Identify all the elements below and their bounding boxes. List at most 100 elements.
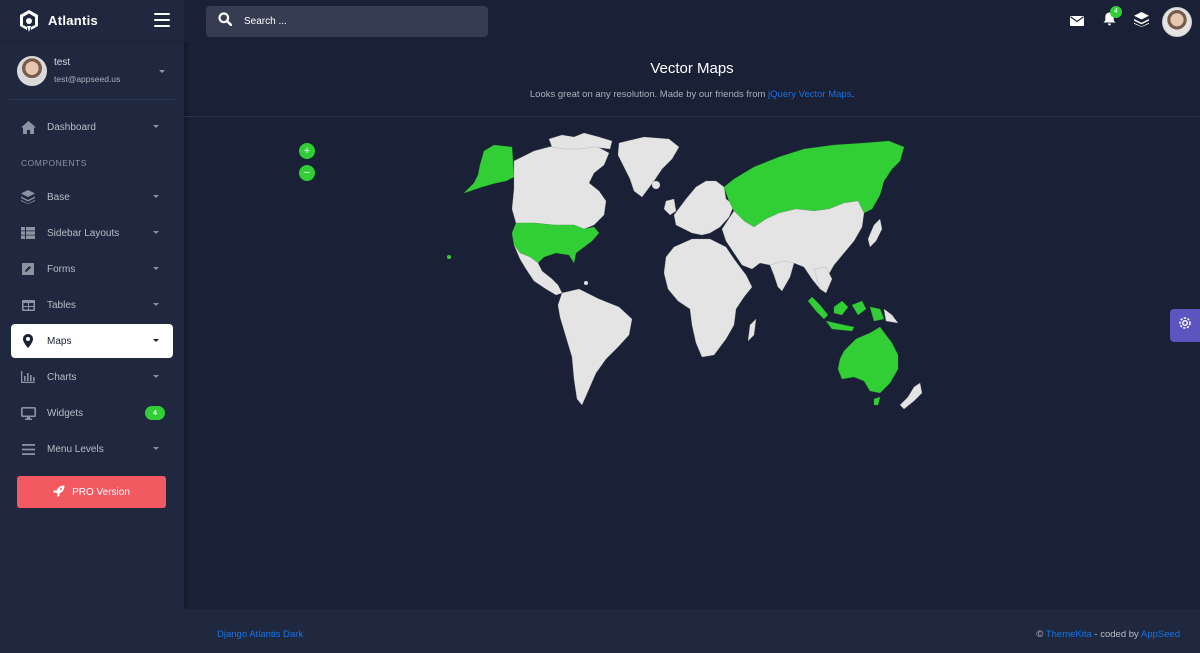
subtitle-suffix: . <box>851 89 855 100</box>
caret-down-icon[interactable] <box>159 70 165 73</box>
region-caribbean[interactable] <box>583 280 589 286</box>
jquery-vector-maps-link[interactable]: jQuery Vector Maps <box>768 89 851 100</box>
region-papua-new-guinea[interactable] <box>869 306 885 322</box>
map-marker-icon <box>20 333 36 349</box>
atlantis-logo-icon[interactable] <box>18 9 40 33</box>
region-tasmania[interactable] <box>873 396 881 406</box>
pen-square-icon <box>20 261 36 277</box>
home-icon <box>20 119 36 135</box>
caret-down-icon <box>153 125 159 128</box>
layers-icon <box>20 189 36 205</box>
user-profile[interactable]: test test@appseed.us <box>9 42 175 100</box>
sidebar-item-label: Dashboard <box>47 121 96 133</box>
region-iceland[interactable] <box>651 180 661 190</box>
caret-down-icon <box>153 447 159 450</box>
search-icon[interactable] <box>218 12 233 31</box>
sidebar: Atlantis test test@appseed.us Dashboard … <box>0 0 184 653</box>
region-new-zealand[interactable] <box>899 382 923 410</box>
desktop-icon <box>20 405 36 421</box>
region-united-kingdom[interactable] <box>663 198 677 216</box>
layers-icon <box>1133 11 1149 32</box>
region-australia[interactable] <box>837 326 899 394</box>
region-greenland[interactable] <box>617 136 680 198</box>
region-arctic-islands[interactable] <box>548 132 613 150</box>
sidebar-item-menu-levels[interactable]: Menu Levels <box>11 432 173 466</box>
region-madagascar[interactable] <box>747 318 757 342</box>
main-content: Vector Maps Looks great on any resolutio… <box>184 42 1200 653</box>
sidebar-item-label: Menu Levels <box>47 443 104 455</box>
vector-map[interactable]: + − <box>184 117 1200 607</box>
region-png-east[interactable] <box>883 308 899 324</box>
region-hawaii[interactable] <box>446 254 452 260</box>
sidebar-item-forms[interactable]: Forms <box>11 252 173 286</box>
sidebar-item-label: Forms <box>47 263 76 275</box>
themekita-link[interactable]: ThemeKita <box>1046 629 1092 640</box>
page-header: Vector Maps Looks great on any resolutio… <box>184 42 1200 117</box>
region-japan[interactable] <box>867 218 883 248</box>
search-input[interactable] <box>244 16 464 27</box>
search-box[interactable] <box>206 6 488 37</box>
caret-down-icon <box>153 267 159 270</box>
rocket-icon <box>53 485 65 500</box>
user-email: test@appseed.us <box>54 74 121 84</box>
map-zoom-in-button[interactable]: + <box>299 143 315 159</box>
chart-bar-icon <box>20 369 36 385</box>
sidebar-item-dashboard[interactable]: Dashboard <box>11 110 173 144</box>
sidebar-nav: Dashboard COMPONENTS Base Sidebar Layout… <box>0 110 184 466</box>
map-zoom-out-button[interactable]: − <box>299 165 315 181</box>
user-name: test <box>54 57 71 68</box>
subtitle-text: Looks great on any resolution. Made by o… <box>529 89 769 100</box>
region-india[interactable] <box>769 260 795 292</box>
hamburger-line <box>154 13 170 15</box>
sidebar-item-label: Widgets <box>47 407 84 419</box>
hamburger-line <box>154 19 170 21</box>
sidebar-item-tables[interactable]: Tables <box>11 288 173 322</box>
caret-down-icon <box>153 339 159 342</box>
copyright-symbol: © <box>1036 629 1044 640</box>
region-south-america[interactable] <box>557 288 633 406</box>
region-alaska[interactable] <box>463 144 515 194</box>
sidebar-item-base[interactable]: Base <box>11 180 173 214</box>
sidebar-toggle-button[interactable] <box>154 13 170 27</box>
caret-down-icon <box>153 375 159 378</box>
sidebar-item-label: Tables <box>47 299 76 311</box>
sidebar-item-maps[interactable]: Maps <box>11 324 173 358</box>
django-atlantis-dark-link[interactable]: Django Atlantis Dark <box>217 629 303 640</box>
theme-settings-button[interactable] <box>1170 309 1200 342</box>
sidebar-item-label: Base <box>47 191 70 203</box>
topbar-icons: 4 <box>1056 5 1192 37</box>
notification-count-badge: 4 <box>1110 5 1122 18</box>
bars-icon <box>20 441 36 457</box>
brand-name[interactable]: Atlantis <box>48 13 98 28</box>
region-canada[interactable] <box>511 142 610 230</box>
caret-down-icon <box>153 195 159 198</box>
logo-header: Atlantis <box>0 0 184 42</box>
th-list-icon <box>20 225 36 241</box>
hamburger-line <box>154 25 170 27</box>
messages-button[interactable] <box>1066 11 1088 33</box>
caret-down-icon <box>153 231 159 234</box>
caret-down-icon <box>153 303 159 306</box>
region-indonesia[interactable] <box>807 296 867 332</box>
sidebar-item-label: Charts <box>47 371 77 383</box>
footer: Django Atlantis Dark © ThemeKita - coded… <box>184 608 1200 653</box>
table-icon <box>20 297 36 313</box>
coded-by-text: - coded by <box>1091 629 1141 640</box>
sidebar-item-sidebar-layouts[interactable]: Sidebar Layouts <box>11 216 173 250</box>
pro-version-button[interactable]: PRO Version <box>17 476 166 508</box>
page-subtitle: Looks great on any resolution. Made by o… <box>184 89 1200 100</box>
world-map[interactable] <box>434 129 954 419</box>
avatar <box>17 55 47 86</box>
sidebar-item-charts[interactable]: Charts <box>11 360 173 394</box>
envelope-icon <box>1070 13 1084 31</box>
appseed-link[interactable]: AppSeed <box>1141 629 1180 640</box>
widgets-count-badge: 4 <box>145 406 165 420</box>
quick-actions-button[interactable] <box>1130 11 1152 33</box>
notifications-button[interactable]: 4 <box>1098 5 1122 33</box>
top-navbar: 4 <box>184 0 1200 42</box>
pro-version-label: PRO Version <box>72 486 130 498</box>
page-title: Vector Maps <box>650 60 734 77</box>
user-avatar-button[interactable] <box>1162 6 1192 37</box>
sidebar-item-widgets[interactable]: Widgets 4 <box>11 396 173 430</box>
footer-credits: © ThemeKita - coded by AppSeed <box>1036 629 1180 640</box>
